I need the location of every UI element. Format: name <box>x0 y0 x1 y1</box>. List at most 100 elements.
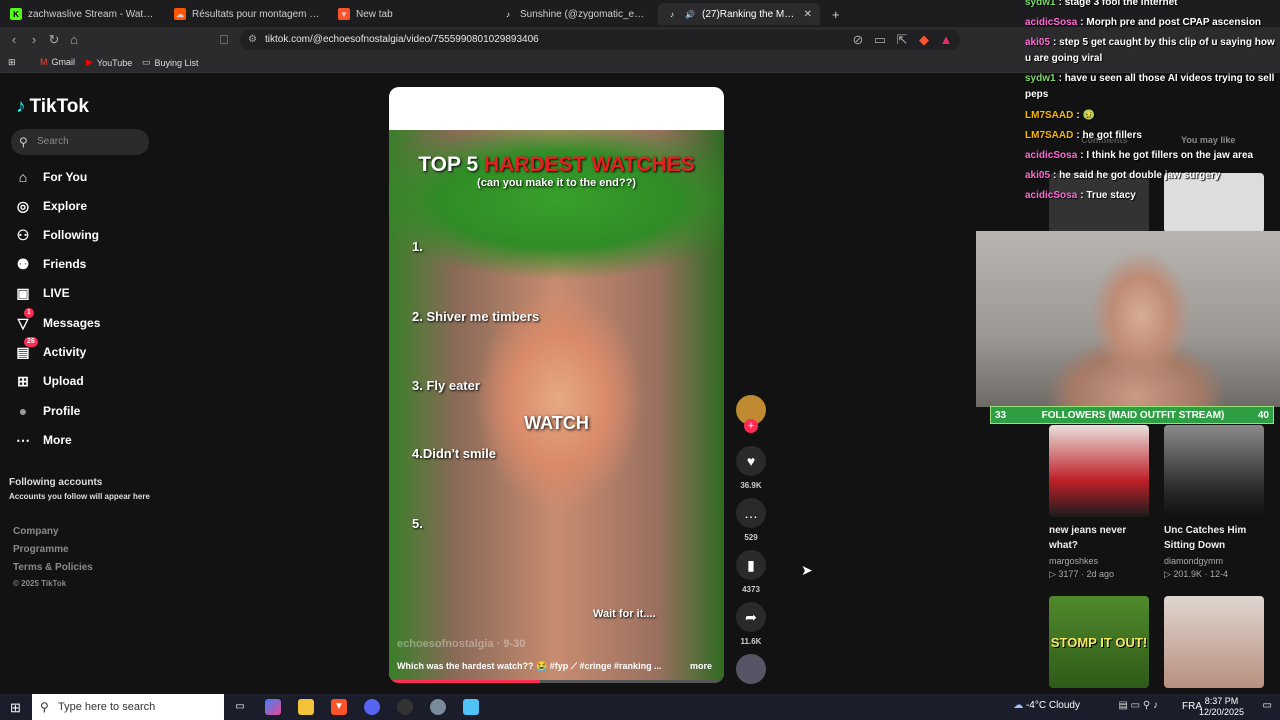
live-icon: ▣ <box>16 284 30 301</box>
chat-message: LM7SAAD: he got fillers <box>1025 130 1142 141</box>
nav-messages[interactable]: ▽ 1 Messages <box>15 307 155 334</box>
reload-icon[interactable]: ↻ <box>46 32 62 48</box>
nav-more[interactable]: ⋯ More <box>15 429 155 451</box>
share-icon[interactable]: ⇱ <box>894 32 910 48</box>
heart-icon: ♥ <box>736 446 766 476</box>
suggestion-card[interactable]: new jeans never what? margoshkes ▷ 3177 … <box>1049 425 1149 580</box>
clock[interactable]: 8:37 PM 12/20/2025 <box>1199 696 1244 718</box>
creator-avatar[interactable]: + <box>735 395 767 433</box>
rank-4: 4.Didn't smile <box>412 446 496 461</box>
apps-icon[interactable]: ⊞ <box>8 57 16 68</box>
notepad-icon[interactable] <box>463 699 479 715</box>
footer-copyright: © 2025 TikTok <box>13 579 67 588</box>
task-view-icon[interactable]: ▭ <box>232 699 248 715</box>
follow-plus-icon[interactable]: + <box>744 419 758 433</box>
home-icon[interactable]: ⌂ <box>66 32 82 48</box>
tab-ranking[interactable]: ♪ 🔊 (27)Ranking the Most Cringe ✕ <box>658 3 820 25</box>
url-text: tiktok.com/@echoesofnostalgia/video/7555… <box>265 34 539 45</box>
following-accounts-heading: Following accounts <box>9 477 103 488</box>
nav-activity[interactable]: ▤ 26 Activity <box>15 336 155 363</box>
discord-icon[interactable] <box>364 699 380 715</box>
footer-terms[interactable]: Terms & Policies <box>13 562 93 573</box>
nav-following[interactable]: ⚇ Following <box>15 224 155 246</box>
brave-rewards-icon[interactable]: ▲ <box>938 32 954 48</box>
weather-widget[interactable]: ☁ -4°C Cloudy <box>1013 700 1080 711</box>
copilot-icon[interactable] <box>265 699 281 715</box>
chat-message: acidicSosa: I think he got fillers on th… <box>1025 150 1254 161</box>
taskbar-search-input[interactable]: ⚲ Type here to search <box>32 694 224 720</box>
like-button[interactable]: ♥ 36.9K <box>735 446 767 490</box>
share-button[interactable]: ➦ 11.6K <box>735 602 767 646</box>
music-disc-icon <box>736 654 766 684</box>
tray-icons[interactable]: ▤ ▭ ⚲ ♪ <box>1118 700 1158 711</box>
cloud-icon: ☁ <box>1013 700 1024 711</box>
file-explorer-icon[interactable] <box>298 699 314 715</box>
nav-profile[interactable]: ● Profile <box>15 400 155 422</box>
video-player[interactable]: TOP 5 HARDEST WATCHES (can you make it t… <box>389 87 724 683</box>
share-count: 11.6K <box>740 637 762 646</box>
tiktok-logo[interactable]: ♪ TikTok <box>16 96 89 118</box>
save-button[interactable]: ▮ 4373 <box>735 550 767 594</box>
video-caption: Which was the hardest watch?? 😭 #fyp ⟋ #… <box>397 661 662 671</box>
suggestion-card[interactable]: Unc Catches Him Sitting Down diamondgymm… <box>1164 425 1264 580</box>
rank-2: 2. Shiver me timbers <box>412 309 540 324</box>
rank-3: 3. Fly eater <box>412 378 480 393</box>
tab-soundcloud[interactable]: ☁ Résultats pour montagem vozes fant <box>166 3 328 25</box>
bookmark-buying-list[interactable]: ▭ Buying List <box>142 57 199 68</box>
back-icon[interactable]: ‹ <box>6 32 22 48</box>
tab-sunshine[interactable]: ♪ Sunshine (@zygomatic_excellence) | <box>494 3 656 25</box>
tiktok-sidebar: ♪ TikTok ⚲ Search ⌂ For You ◎ Explore ⚇ Fol… <box>0 74 165 694</box>
brave-shield-icon[interactable]: ◆ <box>916 32 932 48</box>
site-info-icon[interactable]: ⚙ <box>248 30 257 50</box>
friends-icon: ⚉ <box>16 255 30 272</box>
comment-count: 529 <box>744 533 758 542</box>
video-author[interactable]: echoesofnostalgia · 9-30 <box>397 638 525 650</box>
cast-icon[interactable]: ▭ <box>872 32 888 48</box>
mouse-cursor-icon: ➤ <box>801 562 813 578</box>
reader-icon[interactable]: ⊘ <box>850 32 866 48</box>
suggestion-card[interactable] <box>1164 596 1264 688</box>
video-progress-bar[interactable] <box>389 680 724 683</box>
close-tab-icon[interactable]: ✕ <box>804 9 812 20</box>
bookmark-youtube[interactable]: ▶ YouTube <box>86 57 132 68</box>
bookmark-icon[interactable]: ⎕ <box>216 32 232 48</box>
search-icon: ⚲ <box>19 135 28 149</box>
sound-disc[interactable] <box>735 654 767 684</box>
video-wait-text: Wait for it.... <box>593 608 656 620</box>
bookmark-gmail[interactable]: M Gmail <box>40 57 75 67</box>
footer-programme[interactable]: Programme <box>13 544 69 555</box>
app-icon[interactable] <box>430 699 446 715</box>
suggestion-thumbnail <box>1049 425 1149 517</box>
activity-badge: 26 <box>24 336 38 347</box>
caption-more-button[interactable]: more <box>690 661 712 671</box>
suggestion-card[interactable]: STOMP IT OUT! <box>1049 596 1149 688</box>
obs-icon[interactable] <box>397 699 413 715</box>
footer-company[interactable]: Company <box>13 526 59 537</box>
chat-message: LM7SAAD: 🤢 <box>1025 110 1095 121</box>
new-tab-button[interactable]: + <box>824 3 844 25</box>
notification-icon[interactable]: ▭ <box>1263 700 1272 711</box>
tab-new[interactable]: ▼ New tab <box>330 3 492 25</box>
brave-icon[interactable]: ▼ <box>331 699 347 715</box>
nav-explore[interactable]: ◎ Explore <box>15 195 155 217</box>
nav-live[interactable]: ▣ LIVE <box>15 282 155 304</box>
chat-message: sydw1: stage 3 fool the internet <box>1025 0 1178 8</box>
followers-target: 40 <box>1257 410 1269 421</box>
compass-icon: ◎ <box>16 197 30 214</box>
suggestion-thumbnail: STOMP IT OUT! <box>1049 596 1149 688</box>
upload-icon: ⊞ <box>17 372 29 389</box>
suggestion-stats: ▷ 201.9K · 12-4 <box>1164 569 1228 579</box>
windows-start-icon[interactable]: ⊞ <box>10 700 21 716</box>
nav-upload[interactable]: ⊞ Upload <box>15 370 155 392</box>
tab-title: (27)Ranking the Most Cringe <box>702 8 798 20</box>
tab-title: New tab <box>356 8 393 20</box>
nav-for-you[interactable]: ⌂ For You <box>15 166 155 188</box>
suggestion-user: diamondgymm <box>1164 556 1224 566</box>
forward-icon[interactable]: › <box>26 32 42 48</box>
comment-button[interactable]: … 529 <box>735 498 767 542</box>
profile-icon: ● <box>18 403 28 419</box>
webcam-overlay <box>976 231 1280 407</box>
search-input[interactable]: ⚲ Search <box>11 129 149 155</box>
nav-friends[interactable]: ⚉ Friends <box>15 253 155 275</box>
tab-kick[interactable]: K zachwaslive Stream - Watch Live on K <box>2 3 164 25</box>
